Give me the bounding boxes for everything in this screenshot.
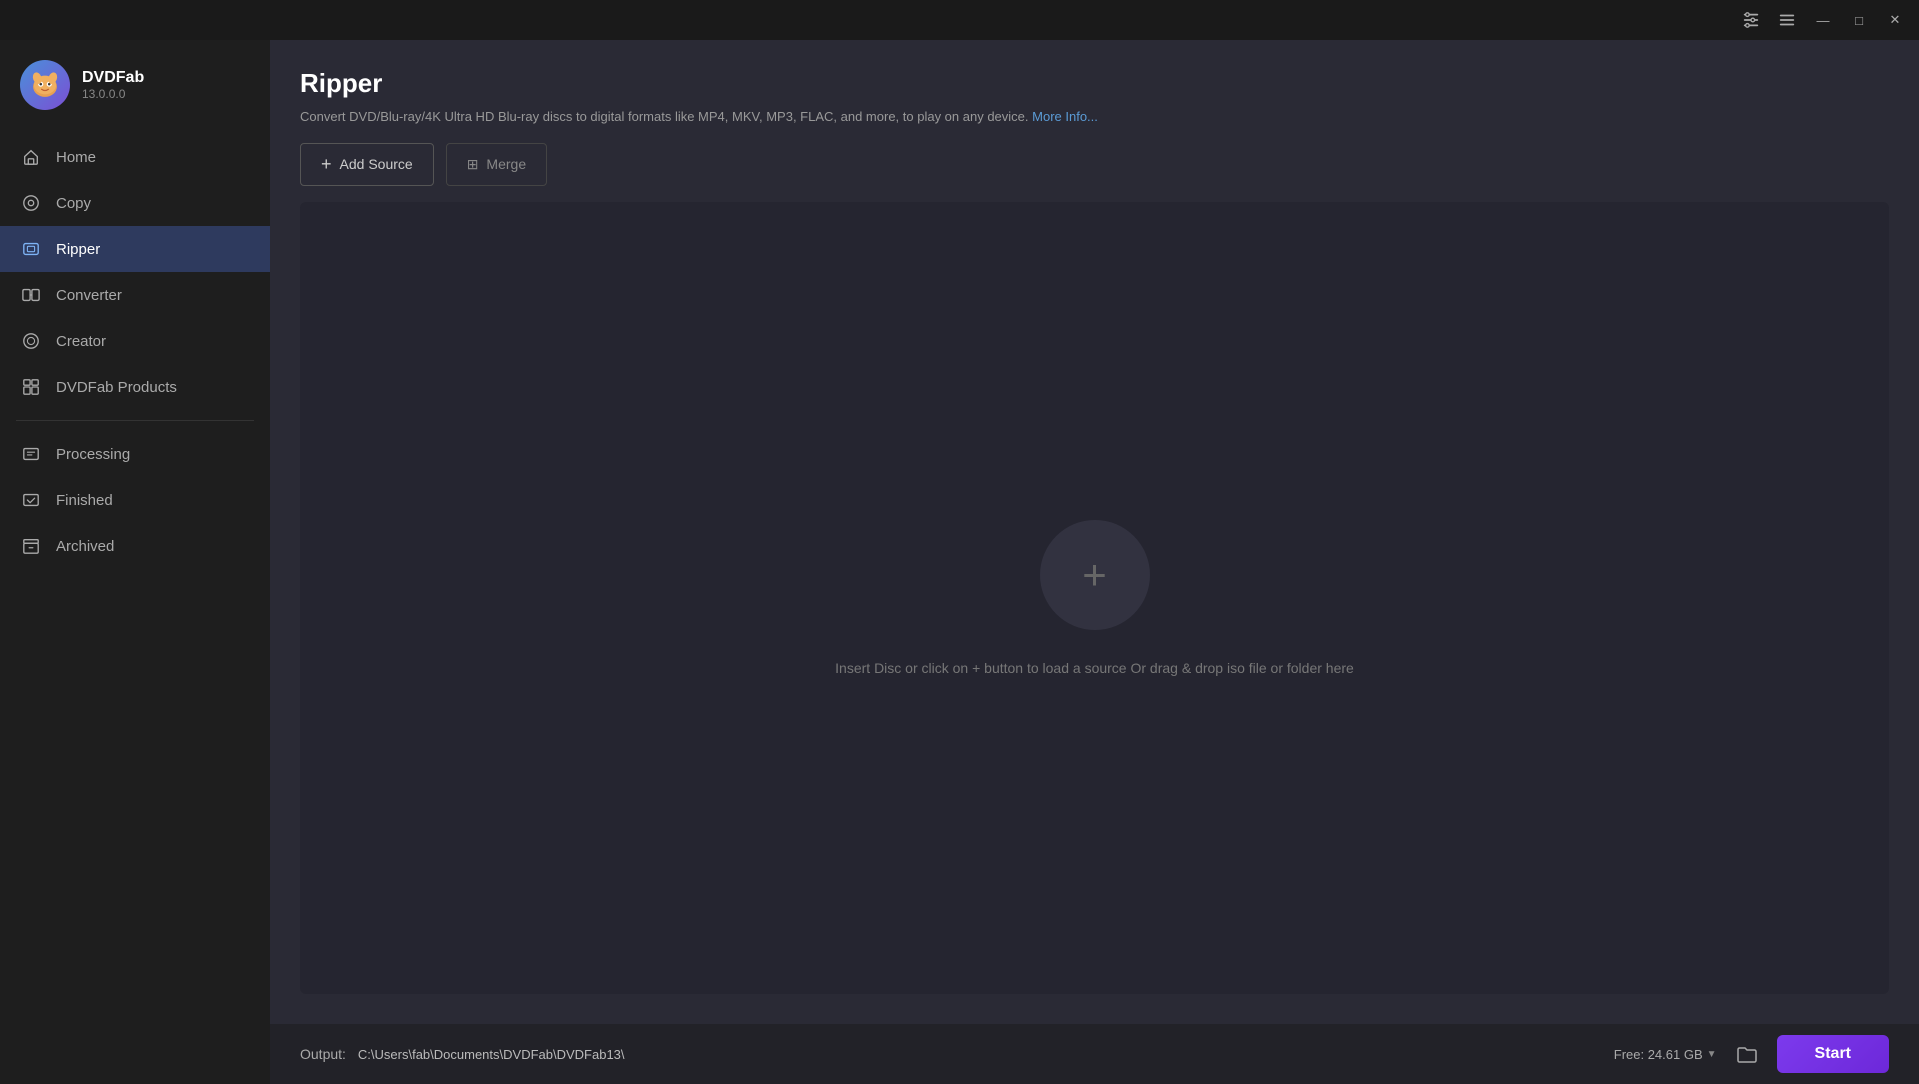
drop-plus-icon: + xyxy=(1082,554,1107,596)
sidebar-item-label-home: Home xyxy=(56,149,96,166)
output-label: Output: xyxy=(300,1046,346,1062)
sidebar-item-archived[interactable]: Archived xyxy=(0,523,270,569)
bottom-bar: Output: C:\Users\fab\Documents\DVDFab\DV… xyxy=(270,1024,1919,1084)
logo-text: DVDFab 13.0.0.0 xyxy=(82,69,144,101)
settings-icon-btn[interactable] xyxy=(1735,7,1767,33)
menu-btn[interactable] xyxy=(1771,7,1803,33)
page-desc-text: Convert DVD/Blu-ray/4K Ultra HD Blu-ray … xyxy=(300,109,1029,124)
add-source-button[interactable]: + Add Source xyxy=(300,143,434,186)
processing-icon xyxy=(20,443,42,465)
close-btn[interactable]: ✕ xyxy=(1879,7,1911,33)
creator-icon xyxy=(20,330,42,352)
sidebar-item-label-copy: Copy xyxy=(56,195,91,212)
main-content: Ripper Convert DVD/Blu-ray/4K Ultra HD B… xyxy=(270,40,1919,1084)
converter-icon xyxy=(20,284,42,306)
sidebar-item-label-ripper: Ripper xyxy=(56,241,100,258)
toolbar: + Add Source ⊞ Merge xyxy=(270,143,1919,202)
start-button[interactable]: Start xyxy=(1777,1035,1889,1073)
nav-divider xyxy=(16,420,254,421)
ripper-icon xyxy=(20,238,42,260)
sidebar-item-home[interactable]: Home xyxy=(0,134,270,180)
sidebar-item-creator[interactable]: Creator xyxy=(0,318,270,364)
archived-icon xyxy=(20,535,42,557)
maximize-btn[interactable]: □ xyxy=(1843,7,1875,33)
sidebar-item-label-products: DVDFab Products xyxy=(56,379,177,396)
sidebar-item-finished[interactable]: Finished xyxy=(0,477,270,523)
sidebar-item-dvdfab-products[interactable]: DVDFab Products xyxy=(0,364,270,410)
window-controls: — □ ✕ xyxy=(1735,7,1911,33)
sidebar-item-label-processing: Processing xyxy=(56,446,130,463)
add-source-label: Add Source xyxy=(340,156,413,172)
add-source-drop-button[interactable]: + xyxy=(1040,520,1150,630)
app-body: DVDFab 13.0.0.0 Home Copy Ripper xyxy=(0,40,1919,1084)
sidebar-item-label-creator: Creator xyxy=(56,333,106,350)
free-space-text: Free: 24.61 GB ▼ xyxy=(1614,1047,1717,1062)
drop-hint-text: Insert Disc or click on + button to load… xyxy=(835,660,1354,676)
page-title: Ripper xyxy=(300,68,1889,99)
sidebar-item-label-converter: Converter xyxy=(56,287,122,304)
add-source-plus-icon: + xyxy=(321,154,332,175)
sidebar-item-converter[interactable]: Converter xyxy=(0,272,270,318)
merge-icon: ⊞ xyxy=(467,156,479,173)
app-name: DVDFab xyxy=(82,69,144,87)
browse-folder-button[interactable] xyxy=(1729,1036,1765,1072)
minimize-btn[interactable]: — xyxy=(1807,7,1839,33)
app-version: 13.0.0.0 xyxy=(82,87,144,101)
home-icon xyxy=(20,146,42,168)
finished-icon xyxy=(20,489,42,511)
free-space-value: Free: 24.61 GB xyxy=(1614,1047,1703,1062)
sidebar-item-copy[interactable]: Copy xyxy=(0,180,270,226)
sidebar: DVDFab 13.0.0.0 Home Copy Ripper xyxy=(0,40,270,1084)
drop-area: + Insert Disc or click on + button to lo… xyxy=(300,202,1889,995)
app-logo-icon xyxy=(20,60,70,110)
products-icon xyxy=(20,376,42,398)
output-path: C:\Users\fab\Documents\DVDFab\DVDFab13\ xyxy=(358,1047,1602,1062)
sidebar-item-processing[interactable]: Processing xyxy=(0,431,270,477)
copy-icon xyxy=(20,192,42,214)
title-bar: — □ ✕ xyxy=(0,0,1919,40)
content-header: Ripper Convert DVD/Blu-ray/4K Ultra HD B… xyxy=(270,40,1919,143)
merge-button[interactable]: ⊞ Merge xyxy=(446,143,547,186)
logo-area: DVDFab 13.0.0.0 xyxy=(0,40,270,134)
free-space-chevron-icon[interactable]: ▼ xyxy=(1707,1049,1717,1060)
sidebar-item-label-archived: Archived xyxy=(56,538,114,555)
page-description: Convert DVD/Blu-ray/4K Ultra HD Blu-ray … xyxy=(300,107,1889,127)
sidebar-item-label-finished: Finished xyxy=(56,492,113,509)
more-info-link[interactable]: More Info... xyxy=(1032,109,1098,124)
merge-label: Merge xyxy=(486,156,526,172)
sidebar-item-ripper[interactable]: Ripper xyxy=(0,226,270,272)
